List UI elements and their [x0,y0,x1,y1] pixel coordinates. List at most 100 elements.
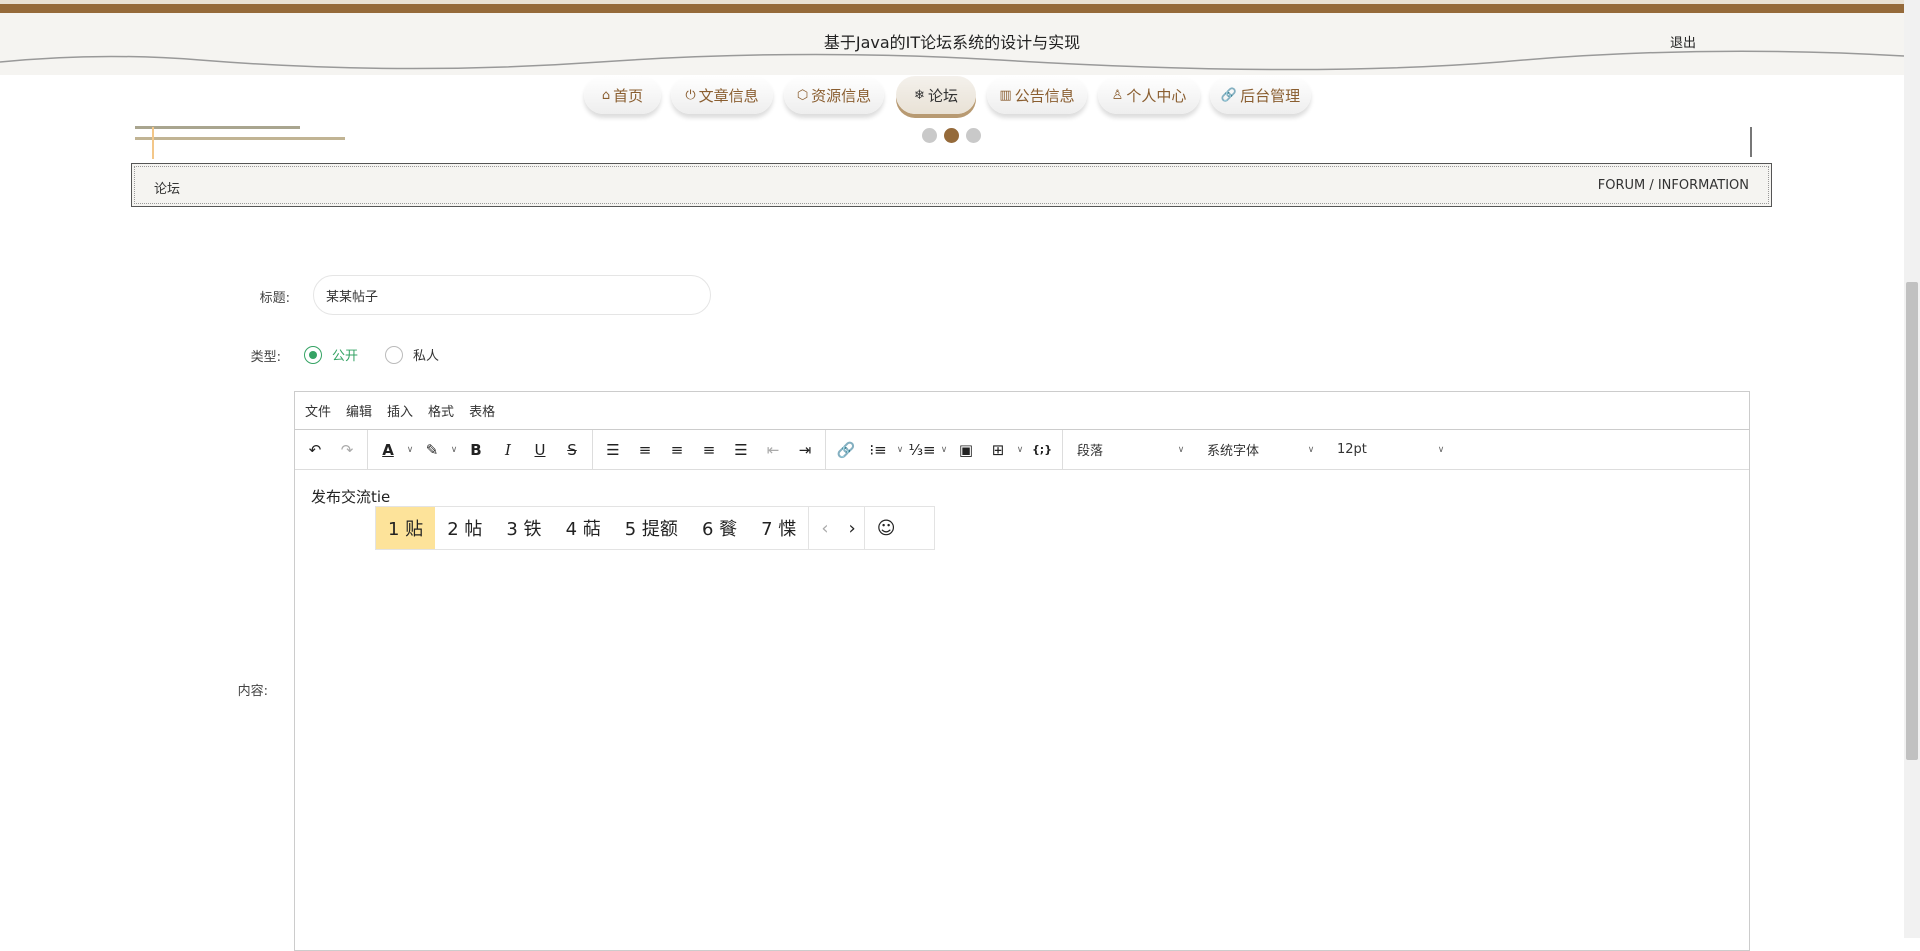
title-label: 标题: [259,291,290,306]
chevron-down-icon[interactable]: ∨ [404,445,416,455]
nav-articles[interactable]: ⏻ 文章信息 [671,76,773,114]
ime-candidate[interactable]: 7 惵 [749,507,808,549]
menu-format[interactable]: 格式 [428,401,454,420]
breadcrumb-subtitle: FORUM / INFORMATION [1597,178,1749,193]
breadcrumb: 论坛 FORUM / INFORMATION [131,163,1772,207]
ime-candidate[interactable]: 1 贴 [376,507,436,549]
divider [592,429,593,470]
nav-forum[interactable]: ❄ 论坛 [896,76,976,114]
block-format-select[interactable]: 段落 ∨ [1067,440,1197,459]
align-right-icon[interactable]: ≡ [693,441,725,459]
user-icon: ♙ [1111,87,1124,103]
select-value: 系统字体 [1207,444,1260,459]
type-label: 类型: [250,350,281,365]
strikethrough-icon[interactable]: S [556,441,588,459]
decor-line [1750,127,1752,157]
chevron-down-icon[interactable]: ∨ [938,445,950,455]
nav-label: 文章信息 [698,86,759,105]
bullet-list-icon[interactable]: ⁝≡ [862,441,894,459]
ime-candidate[interactable]: 2 帖 [435,507,494,549]
radio-private[interactable]: 私人 [385,345,439,364]
highlight-icon[interactable]: ✎ [416,441,448,459]
carousel-dot-active[interactable] [944,128,959,143]
line-height-icon[interactable]: ☰ [597,441,629,459]
title-input[interactable] [313,275,711,315]
bold-icon[interactable]: B [460,441,492,459]
nav-label: 公告信息 [1014,86,1075,105]
image-icon[interactable]: ▣ [950,441,982,459]
cube-icon: ⬡ [796,87,809,103]
ime-candidate-bar: 1 贴 2 帖 3 铁 4 萜 5 提额 6 餮 7 惵 ‹ › ☺ [375,506,935,550]
text-color-icon[interactable]: A [372,441,404,459]
nav-resources[interactable]: ⬡ 资源信息 [784,76,884,114]
logout-link[interactable]: 退出 [1670,32,1696,51]
radio-label: 公开 [332,349,359,364]
chevron-down-icon[interactable]: ∨ [448,445,460,455]
nav-announcements[interactable]: ▥ 公告信息 [987,76,1087,114]
ime-prev-icon[interactable]: ‹ [808,507,840,549]
nav-label: 论坛 [927,86,958,105]
ime-next-icon[interactable]: › [841,507,864,549]
radio-public[interactable]: 公开 [304,345,358,364]
link-icon: 🔗 [1220,87,1238,103]
radio-circle [385,345,403,364]
menu-table[interactable]: 表格 [469,401,495,420]
chevron-down-icon[interactable]: ∨ [894,445,906,455]
home-icon: ⌂ [601,87,611,103]
menu-insert[interactable]: 插入 [387,401,413,420]
font-family-select[interactable]: 系统字体 ∨ [1197,440,1327,459]
snowflake-icon: ❄ [914,87,925,103]
table-icon[interactable]: ⊞ [982,441,1014,459]
carousel-dot[interactable] [966,128,981,143]
align-justify-icon[interactable]: ☰ [725,441,757,459]
font-size-select[interactable]: 12pt ∨ [1327,442,1457,457]
chevron-down-icon: ∨ [1177,444,1185,455]
ime-candidate[interactable]: 4 萜 [554,507,613,549]
radio-label: 私人 [413,349,440,364]
indent-icon[interactable]: ⇥ [789,441,821,459]
decor-line [135,126,300,129]
redo-icon[interactable]: ↷ [331,441,363,459]
decor-line [152,127,154,159]
chevron-down-icon[interactable]: ∨ [1014,445,1026,455]
decor-line [135,137,345,140]
emoji-icon[interactable]: ☺ [863,507,908,549]
content-label: 内容: [237,684,268,699]
italic-icon[interactable]: I [492,441,524,459]
align-left-icon[interactable]: ≡ [629,441,661,459]
numbered-list-icon[interactable]: ⅓≡ [906,441,938,459]
rich-text-editor: 文件 编辑 插入 格式 表格 ↶ ↷ A ∨ ✎ ∨ B I U S ☰ ≡ ≡ ≡… [294,391,1750,951]
site-title: 基于Java的IT论坛系统的设计与实现 [823,33,1081,52]
editor-menubar: 文件 编辑 插入 格式 表格 [295,392,1749,430]
align-center-icon[interactable]: ≡ [661,441,693,459]
top-accent-bar [0,0,1904,13]
underline-icon[interactable]: U [524,441,556,459]
nav-home[interactable]: ⌂ 首页 [584,76,661,114]
select-value: 段落 [1077,444,1104,459]
carousel-dot[interactable] [922,128,937,143]
link-icon[interactable]: 🔗 [830,441,862,459]
divider [1062,429,1063,470]
nav-label: 个人中心 [1126,86,1187,105]
code-icon[interactable]: {;} [1026,443,1058,456]
select-value: 12pt [1337,442,1367,457]
ime-candidate[interactable]: 3 铁 [494,507,553,549]
nav-profile[interactable]: ♙ 个人中心 [1098,76,1200,114]
menu-edit[interactable]: 编辑 [346,401,372,420]
outdent-icon[interactable]: ⇤ [757,441,789,459]
power-icon: ⏻ [685,87,696,103]
ime-candidate[interactable]: 6 餮 [690,507,749,549]
nav-label: 首页 [613,86,644,105]
menu-file[interactable]: 文件 [305,401,331,420]
chevron-down-icon: ∨ [1307,444,1315,455]
editor-content-text[interactable]: 发布交流tie [311,486,390,507]
nav-admin[interactable]: 🔗 后台管理 [1210,76,1311,114]
divider [825,429,826,470]
scrollbar-thumb[interactable] [1906,282,1918,760]
chevron-down-icon: ∨ [1437,444,1445,455]
ime-candidate[interactable]: 5 提额 [613,507,690,549]
nav-label: 后台管理 [1240,86,1301,105]
columns-icon: ▥ [999,87,1012,103]
undo-icon[interactable]: ↶ [299,441,331,459]
breadcrumb-title: 论坛 [154,182,181,197]
